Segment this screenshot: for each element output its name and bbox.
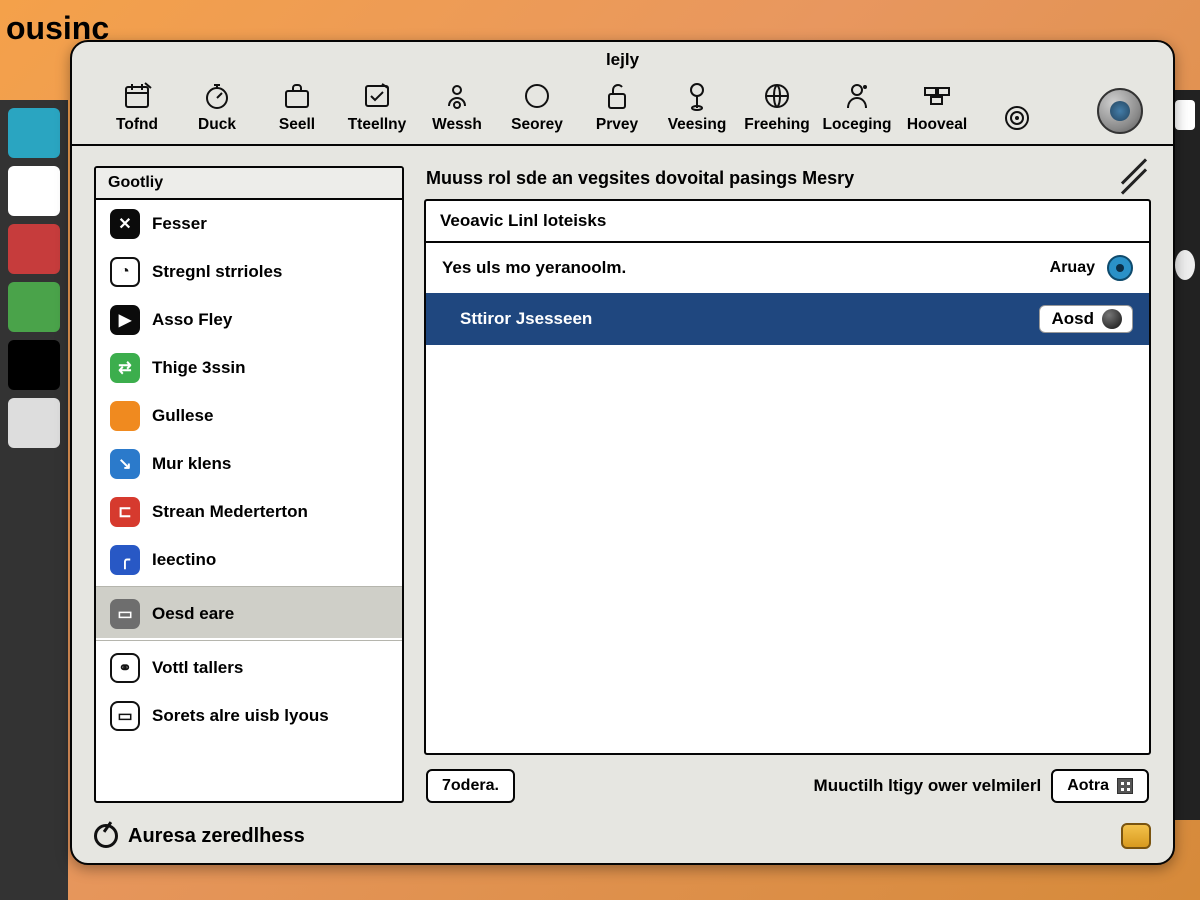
sidebar-item-5[interactable]: ↘ Mur klens — [96, 440, 402, 488]
toolbar-label: Veesing — [668, 116, 727, 134]
sidebar-item-label: Gullese — [152, 406, 213, 426]
bricks-icon — [921, 80, 953, 112]
sidebar-item-7[interactable]: ╭ Ieectino — [96, 536, 402, 584]
sidebar-item-label: Vottl tallers — [152, 658, 243, 678]
app-icon: ▶ — [110, 305, 140, 335]
app-icon: ◔ — [110, 257, 140, 287]
row-label: Sttiror Jsesseen — [442, 309, 1027, 329]
sidebar-item-2[interactable]: ▶ Asso Fley — [96, 296, 402, 344]
calendar-icon — [121, 80, 153, 112]
sidebar-item-label: Ieectino — [152, 550, 216, 570]
toolbar-stopwatch[interactable]: Duck — [182, 80, 252, 134]
settings-panel: Veoavic Linl loteisks Yes uls mo yeranoo… — [424, 199, 1151, 755]
sidebar: Gootliy ✕ Fesser ◔ Stregnl strrioles ▶ Asso F… — [94, 166, 404, 803]
setting-row-0[interactable]: Yes uls mo yeranoolm. Aruay — [426, 243, 1149, 293]
sidebar-item-0[interactable]: ✕ Fesser — [96, 200, 402, 248]
sidebar-item-10[interactable]: ▭ Sorets alre uisb lyous — [96, 692, 402, 740]
background-left-strip — [0, 100, 68, 900]
toolbar-bricks[interactable]: Hooveal — [902, 80, 972, 134]
toolbar-briefcase[interactable]: Seell — [262, 80, 332, 134]
sidebar-item-4[interactable]: Gullese — [96, 392, 402, 440]
toolbar-label: Wessh — [432, 116, 482, 134]
sidebar-item-label: Strean Mederterton — [152, 502, 308, 522]
main-heading: Muuss rol sde an vegsites dovoital pasin… — [424, 166, 1151, 199]
pin-icon — [681, 80, 713, 112]
target-icon — [1001, 102, 1033, 134]
toolbar-label: Seell — [279, 116, 315, 134]
toolbar-calendar[interactable]: Tofnd — [102, 80, 172, 134]
toolbar-person-dot[interactable]: Loceging — [822, 80, 892, 134]
app-icon: ╭ — [110, 545, 140, 575]
globe-icon — [761, 80, 793, 112]
toolbar-label: Freehing — [744, 116, 809, 134]
footer-right-button[interactable]: Aotra — [1051, 769, 1149, 803]
sidebar-item-3[interactable]: ⇄ Thige 3ssin — [96, 344, 402, 392]
toggle-indicator-icon[interactable] — [1107, 255, 1133, 281]
sidebar-item-label: Sorets alre uisb lyous — [152, 706, 329, 726]
resize-grip-icon[interactable] — [1117, 162, 1151, 196]
sidebar-item-label: Mur klens — [152, 454, 231, 474]
briefcase-icon — [281, 80, 313, 112]
sidebar-item-label: Fesser — [152, 214, 207, 234]
note-check-icon — [361, 80, 393, 112]
sidebar-item-label: Asso Fley — [152, 310, 232, 330]
main-panel: Muuss rol sde an vegsites dovoital pasin… — [424, 166, 1151, 803]
dot-icon — [1102, 309, 1122, 329]
window-title: lejly — [72, 42, 1173, 74]
sidebar-list: ✕ Fesser ◔ Stregnl strrioles ▶ Asso Fley ⇄ Thig… — [96, 200, 402, 801]
panel-header: Veoavic Linl loteisks — [426, 201, 1149, 243]
toolbar-note-check[interactable]: Tteellny — [342, 80, 412, 134]
sphere-button[interactable] — [1097, 88, 1143, 134]
lock-open-icon — [601, 80, 633, 112]
toolbar-label: Loceging — [823, 116, 892, 134]
circle-icon — [521, 80, 553, 112]
footer-left-button[interactable]: 7odera. — [426, 769, 515, 803]
app-icon — [110, 401, 140, 431]
sidebar-item-label: Thige 3ssin — [152, 358, 246, 378]
coin-icon — [1121, 823, 1151, 849]
row-label: Yes uls mo yeranoolm. — [442, 258, 1038, 278]
toolbar-label: Tteellny — [348, 116, 407, 134]
app-icon: ▭ — [110, 701, 140, 731]
toolbar-person-ring[interactable]: Wessh — [422, 80, 492, 134]
person-dot-icon — [841, 80, 873, 112]
toolbar-globe[interactable]: Freehing — [742, 80, 812, 134]
row-pill-button[interactable]: Aosd — [1039, 305, 1134, 333]
app-icon: ⊏ — [110, 497, 140, 527]
app-icon: ✕ — [110, 209, 140, 239]
toolbar-target[interactable] — [982, 102, 1052, 134]
grid-icon — [1117, 778, 1133, 794]
sidebar-item-label: Stregnl strrioles — [152, 262, 282, 282]
preferences-window: lejly Tofnd Duck Seell Tteellny Wessh Seorey P… — [70, 40, 1175, 865]
toolbar-label: Hooveal — [907, 116, 967, 134]
sidebar-item-label: Oesd eare — [152, 604, 234, 624]
row-trailing-label: Aruay — [1050, 259, 1095, 277]
status-bar: Auresa zeredlhess — [72, 815, 1173, 863]
stopwatch-icon — [201, 80, 233, 112]
toolbar-label: Prvey — [596, 116, 638, 134]
app-icon: ↘ — [110, 449, 140, 479]
toolbar-label: Duck — [198, 116, 236, 134]
panel-footer: 7odera. Muuctilh ltigy ower velmilerl Ao… — [424, 755, 1151, 803]
person-ring-icon — [441, 80, 473, 112]
sidebar-item-8[interactable]: ▭ Oesd eare — [96, 586, 402, 638]
toolbar: Tofnd Duck Seell Tteellny Wessh Seorey Prvey Ve… — [72, 74, 1173, 146]
toolbar-label: Seorey — [511, 116, 563, 134]
toolbar-lock-open[interactable]: Prvey — [582, 80, 652, 134]
status-text: Auresa zeredlhess — [128, 825, 305, 848]
leaf-icon — [94, 824, 118, 848]
sidebar-header: Gootliy — [96, 168, 402, 200]
toolbar-pin[interactable]: Veesing — [662, 80, 732, 134]
toolbar-label: Tofnd — [116, 116, 158, 134]
app-icon: ▭ — [110, 599, 140, 629]
app-icon: ⇄ — [110, 353, 140, 383]
footer-text: Muuctilh ltigy ower velmilerl — [814, 776, 1042, 796]
app-icon: ⚭ — [110, 653, 140, 683]
toolbar-circle[interactable]: Seorey — [502, 80, 572, 134]
setting-row-1[interactable]: Sttiror Jsesseen Aosd — [426, 293, 1149, 345]
sidebar-item-6[interactable]: ⊏ Strean Mederterton — [96, 488, 402, 536]
sidebar-item-9[interactable]: ⚭ Vottl tallers — [96, 640, 402, 692]
sidebar-item-1[interactable]: ◔ Stregnl strrioles — [96, 248, 402, 296]
